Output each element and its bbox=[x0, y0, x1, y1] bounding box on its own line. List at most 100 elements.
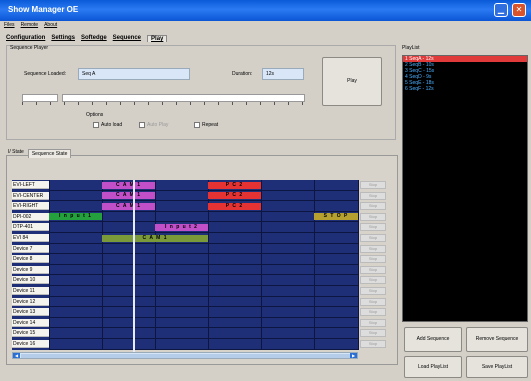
position-slider-start[interactable] bbox=[22, 94, 58, 102]
main-tabs: Configuration Settings Softedge Sequence… bbox=[6, 35, 168, 42]
timeline-cue[interactable]: I n p u t 1 bbox=[49, 213, 102, 221]
play-button[interactable]: Play bbox=[322, 57, 382, 106]
timeline-cue[interactable]: C A M 1 bbox=[102, 202, 155, 210]
timeline-cue[interactable]: C A M 1 bbox=[102, 234, 208, 242]
device-row-label: Device 9 bbox=[12, 265, 49, 274]
timeline-scrollbar[interactable]: ◀ ▶ bbox=[12, 352, 358, 359]
playhead[interactable] bbox=[133, 180, 135, 352]
timeline-column-divider bbox=[261, 180, 262, 350]
timeline-cue[interactable]: P C 2 bbox=[208, 192, 261, 200]
sequence-player-label: Sequence Player bbox=[10, 45, 49, 51]
timeline-row-divider bbox=[49, 242, 358, 244]
device-row-label: EVI-LEFT bbox=[12, 181, 49, 189]
row-stop-button[interactable]: Stop bbox=[360, 308, 386, 317]
tab-configuration[interactable]: Configuration bbox=[6, 35, 45, 42]
menu-remote[interactable]: Remote bbox=[21, 22, 39, 31]
row-stop-button[interactable]: Stop bbox=[360, 340, 386, 348]
device-row-label: DTP-401 bbox=[12, 223, 49, 232]
timeline-grid[interactable] bbox=[12, 180, 358, 350]
load-playlist-button[interactable]: Load PlayList bbox=[404, 356, 462, 378]
tab-sequence-state[interactable]: Sequence State bbox=[27, 149, 72, 158]
device-row-label: Device 11 bbox=[12, 287, 49, 295]
timeline-cue[interactable]: C A M 1 bbox=[102, 181, 155, 189]
row-stop-button[interactable]: Stop bbox=[360, 181, 386, 189]
timeline-row-divider bbox=[49, 210, 358, 212]
add-sequence-button[interactable]: Add Sequence bbox=[404, 327, 462, 352]
duration-field[interactable]: 12s bbox=[262, 68, 304, 80]
menu-about[interactable]: About bbox=[44, 22, 57, 31]
timeline-cue[interactable]: C A M 1 bbox=[102, 192, 155, 200]
row-stop-button[interactable]: Stop bbox=[360, 265, 386, 274]
state-tabs: I/ State Sequence State bbox=[8, 149, 72, 158]
timeline-column-divider bbox=[314, 180, 315, 350]
timeline-column-divider bbox=[358, 180, 359, 350]
device-row-label: EVI-RIGHT bbox=[12, 202, 49, 211]
row-stop-button[interactable]: Stop bbox=[360, 318, 386, 327]
device-row-label: Device 8 bbox=[12, 255, 49, 264]
title-bar: Show Manager OE ▁ ✕ bbox=[0, 0, 531, 21]
sequence-loaded-field[interactable]: Seq A bbox=[78, 68, 190, 80]
row-stop-button[interactable]: Stop bbox=[360, 212, 386, 221]
timeline-cue[interactable]: I n p u t 2 bbox=[155, 223, 208, 231]
tab-softedge[interactable]: Softedge bbox=[81, 35, 107, 42]
repeat-checkbox[interactable] bbox=[194, 122, 200, 128]
timeline-row-divider bbox=[49, 316, 358, 318]
scroll-thumb[interactable] bbox=[21, 354, 351, 358]
tab-sequence[interactable]: Sequence bbox=[113, 35, 141, 42]
timeline-row-divider bbox=[49, 232, 358, 233]
timeline-cue[interactable]: P C 2 bbox=[208, 181, 261, 189]
scroll-right-icon[interactable]: ▶ bbox=[350, 353, 357, 358]
menu-bar: Files Remote About bbox=[4, 22, 57, 31]
auto-load-checkbox[interactable] bbox=[93, 122, 99, 128]
close-button[interactable]: ✕ bbox=[512, 3, 526, 17]
sequence-loaded-label: Sequence Loaded: bbox=[24, 71, 66, 77]
row-stop-button[interactable]: Stop bbox=[360, 244, 386, 253]
save-playlist-button[interactable]: Save PlayList bbox=[466, 356, 528, 378]
timeline-row-divider bbox=[49, 338, 358, 339]
minimize-button[interactable]: ▁ bbox=[494, 3, 508, 17]
timeline-row-divider bbox=[49, 274, 358, 276]
tab-play[interactable]: Play bbox=[147, 35, 168, 42]
menu-files[interactable]: Files bbox=[4, 22, 15, 31]
position-slider[interactable] bbox=[62, 94, 305, 102]
playlist-item[interactable]: 6 SeqF - 12s bbox=[403, 86, 527, 92]
window-title: Show Manager OE bbox=[8, 5, 79, 14]
device-row-label: Device 12 bbox=[12, 297, 49, 306]
tab-io-state[interactable]: I/ State bbox=[8, 149, 24, 158]
timeline-row-divider bbox=[49, 200, 358, 202]
device-row-label: EVI 84 bbox=[12, 234, 49, 242]
repeat-label: Repeat bbox=[202, 122, 219, 128]
timeline-row-divider bbox=[49, 253, 358, 255]
options-label: Options bbox=[86, 112, 104, 118]
auto-play-label: Auto Play bbox=[147, 122, 169, 128]
device-row-label: EVI-CENTER bbox=[12, 191, 49, 200]
auto-play-checkbox[interactable] bbox=[139, 122, 145, 128]
row-stop-button[interactable]: Stop bbox=[360, 287, 386, 295]
timeline-cue[interactable]: S T O P bbox=[314, 213, 358, 221]
device-row-label: Device 16 bbox=[12, 340, 49, 348]
row-stop-button[interactable]: Stop bbox=[360, 223, 386, 232]
tab-settings[interactable]: Settings bbox=[51, 35, 75, 42]
row-stop-button[interactable]: Stop bbox=[360, 276, 386, 285]
row-stop-button[interactable]: Stop bbox=[360, 297, 386, 306]
scroll-left-icon[interactable]: ◀ bbox=[13, 353, 20, 358]
remove-sequence-button[interactable]: Remove Sequence bbox=[466, 327, 528, 352]
timeline-column-divider bbox=[155, 180, 156, 350]
timeline-row-divider bbox=[49, 189, 358, 191]
row-stop-button[interactable]: Stop bbox=[360, 234, 386, 242]
row-stop-button[interactable]: Stop bbox=[360, 191, 386, 200]
device-row-label: Device 15 bbox=[12, 329, 49, 338]
slider-ticks bbox=[22, 102, 305, 105]
duration-label: Duration: bbox=[232, 71, 253, 77]
row-stop-button[interactable]: Stop bbox=[360, 255, 386, 264]
playlist[interactable]: 1 SeqA - 12s 2 SeqB - 10s 3 SeqC - 15s 4… bbox=[402, 55, 528, 322]
timeline-row-divider bbox=[49, 263, 358, 265]
timeline-cue[interactable]: P C 2 bbox=[208, 202, 261, 210]
row-stop-button[interactable]: Stop bbox=[360, 329, 386, 338]
timeline-row-divider bbox=[49, 285, 358, 286]
device-row-label: DPI-002 bbox=[12, 212, 49, 221]
timeline-row-divider bbox=[49, 348, 358, 350]
device-row-label: Device 10 bbox=[12, 276, 49, 285]
device-row-label: Device 13 bbox=[12, 308, 49, 317]
row-stop-button[interactable]: Stop bbox=[360, 202, 386, 211]
